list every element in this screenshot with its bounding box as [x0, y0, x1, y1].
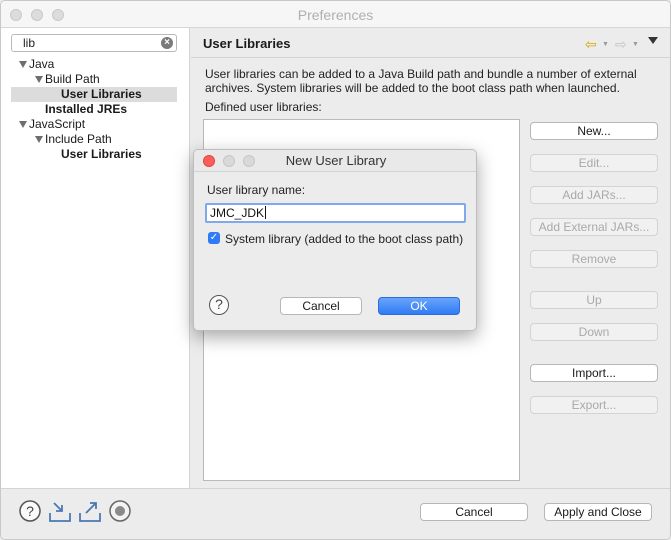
filter-input[interactable]: lib × — [11, 34, 177, 52]
dialog-titlebar: New User Library — [194, 150, 476, 172]
remove-button[interactable]: Remove — [530, 250, 658, 268]
view-menu-icon[interactable] — [648, 37, 658, 44]
tree-item-java[interactable]: Java — [19, 57, 54, 72]
page-description: User libraries can be added to a Java Bu… — [205, 67, 637, 95]
edit-button[interactable]: Edit... — [530, 154, 658, 172]
new-button[interactable]: New... — [530, 122, 658, 140]
export-button[interactable]: Export... — [530, 396, 658, 414]
tree-item-js-user-libraries[interactable]: User Libraries — [61, 147, 142, 162]
import-preferences-icon[interactable] — [48, 499, 72, 523]
dialog-help-icon[interactable]: ? — [209, 295, 229, 315]
tree-item-javascript[interactable]: JavaScript — [19, 117, 85, 132]
filter-input-value: lib — [23, 36, 36, 50]
window-title: Preferences — [297, 7, 374, 23]
import-button[interactable]: Import... — [530, 364, 658, 382]
export-preferences-icon[interactable] — [78, 499, 102, 523]
defined-libraries-label: Defined user libraries: — [205, 100, 322, 114]
back-arrow-icon[interactable]: ⇦ — [585, 36, 597, 53]
back-history-caret-icon[interactable]: ▼ — [602, 41, 609, 48]
dialog-cancel-button[interactable]: Cancel — [280, 297, 362, 315]
library-name-value: JMC_JDK — [210, 206, 265, 220]
dialog-title: New User Library — [285, 153, 387, 168]
add-external-jars-button[interactable]: Add External JARs... — [530, 218, 658, 236]
forward-history-caret-icon[interactable]: ▼ — [632, 41, 639, 48]
library-name-input[interactable]: JMC_JDK — [205, 203, 466, 223]
forward-arrow-icon[interactable]: ⇨ — [615, 36, 627, 53]
clear-search-icon[interactable]: × — [161, 37, 173, 49]
library-name-label: User library name: — [207, 183, 306, 197]
tree-item-user-libraries[interactable]: User Libraries — [11, 87, 177, 102]
record-icon[interactable] — [108, 499, 132, 523]
dialog-ok-button[interactable]: OK — [378, 297, 460, 315]
up-button[interactable]: Up — [530, 291, 658, 309]
expand-triangle-icon[interactable] — [19, 61, 27, 68]
window-titlebar: Preferences — [1, 1, 670, 28]
new-user-library-dialog: New User Library User library name: JMC_… — [193, 149, 477, 331]
expand-triangle-icon[interactable] — [35, 136, 43, 143]
text-caret — [265, 206, 267, 219]
expand-triangle-icon[interactable] — [19, 121, 27, 128]
system-library-checkbox[interactable]: ✓ — [208, 232, 220, 244]
preferences-tree-pane: lib × Java Build Path User Libraries Ins… — [1, 28, 190, 488]
system-library-label[interactable]: System library (added to the boot class … — [225, 232, 463, 246]
apply-and-close-button[interactable]: Apply and Close — [544, 503, 652, 521]
down-button[interactable]: Down — [530, 323, 658, 341]
tree-item-include-path[interactable]: Include Path — [35, 132, 112, 147]
add-jars-button[interactable]: Add JARs... — [530, 186, 658, 204]
tree-item-installed-jres[interactable]: Installed JREs — [45, 102, 127, 117]
page-header: User Libraries ⇦ ▼ ⇨ ▼ — [191, 28, 670, 58]
svg-text:?: ? — [26, 503, 34, 519]
tree-item-build-path[interactable]: Build Path — [35, 72, 100, 87]
expand-triangle-icon[interactable] — [35, 76, 43, 83]
help-icon[interactable]: ? — [18, 499, 42, 523]
cancel-button[interactable]: Cancel — [420, 503, 528, 521]
page-title: User Libraries — [203, 36, 291, 51]
